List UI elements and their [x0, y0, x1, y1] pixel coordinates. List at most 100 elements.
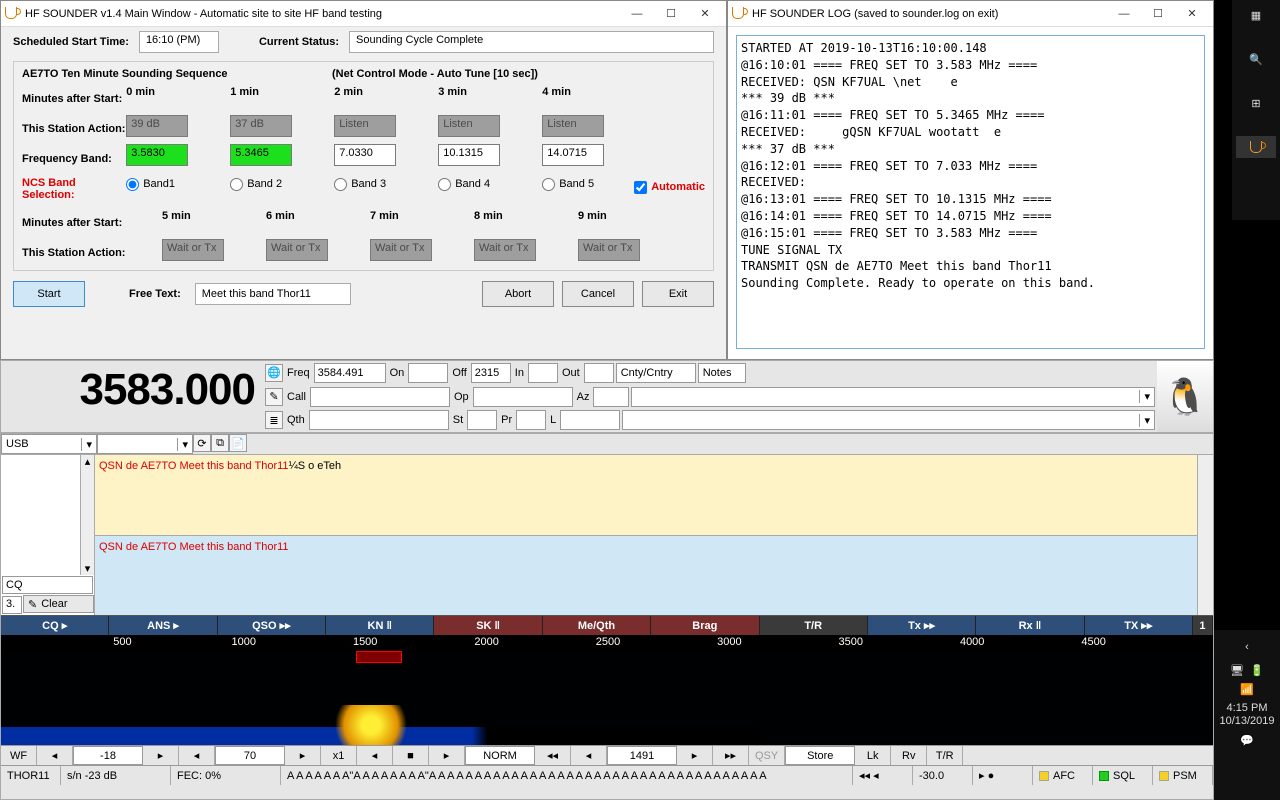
cancel-button[interactable]: Cancel — [562, 281, 634, 307]
wf-cur[interactable]: 1491 — [607, 746, 677, 765]
wf-tr[interactable]: T/R — [927, 746, 963, 765]
freq-cell[interactable]: 10.1315 — [438, 144, 500, 166]
abort-button[interactable]: Abort — [482, 281, 554, 307]
frequency-display[interactable]: 3583.000 — [1, 361, 263, 432]
pr-input[interactable] — [516, 410, 546, 430]
op-input[interactable] — [473, 387, 573, 407]
maximize-button[interactable]: ☐ — [654, 3, 688, 25]
scroll-down-icon[interactable]: ▾ — [81, 562, 94, 575]
maximize-button[interactable]: ☐ — [1141, 3, 1175, 25]
l-input[interactable] — [560, 410, 620, 430]
macro-t/r[interactable]: T/R — [760, 616, 868, 635]
exit-button[interactable]: Exit — [642, 281, 714, 307]
wf-v1[interactable]: -18 — [73, 746, 143, 765]
start-button[interactable]: Start — [13, 281, 85, 307]
status-play-icon[interactable]: ◂◂ ◂ — [853, 766, 913, 785]
minimize-button[interactable]: — — [620, 3, 654, 25]
st-input[interactable] — [467, 410, 497, 430]
minimize-button[interactable]: — — [1107, 3, 1141, 25]
task-view-icon[interactable]: ⊞ — [1236, 92, 1276, 114]
wf-r2[interactable]: ▸ — [285, 746, 321, 765]
band-radio[interactable]: Band 5 — [542, 173, 622, 195]
wf-lock[interactable]: Lk — [855, 746, 891, 765]
scroll-up-icon[interactable]: ▴ — [81, 455, 94, 468]
mode-select[interactable]: USB▾ — [1, 434, 97, 454]
cq-input[interactable] — [2, 576, 93, 594]
wifi-icon[interactable]: 📶 — [1240, 683, 1254, 696]
wf-r1[interactable]: ▸ — [143, 746, 179, 765]
freetext-input[interactable] — [195, 283, 351, 305]
macro-rx[interactable]: Rx ‖ — [976, 616, 1084, 635]
brush-icon[interactable]: ✎ — [265, 388, 283, 406]
log-textarea[interactable]: STARTED AT 2019-10-13T16:10:00.148 @16:1… — [736, 35, 1205, 349]
refresh-icon[interactable]: ⟳ — [193, 434, 211, 452]
status-next-icon[interactable]: ▸ ● — [973, 766, 1033, 785]
clear-button[interactable]: ✎Clear — [23, 595, 94, 613]
macro-sk[interactable]: SK ‖ — [434, 616, 542, 635]
wf-ff[interactable]: ▸▸ — [713, 746, 749, 765]
freq-cell[interactable]: 5.3465 — [230, 144, 292, 166]
waterfall-cursor[interactable] — [356, 651, 402, 663]
transmit-pane[interactable]: QSN de AE7TO Meet this band Thor11 — [95, 536, 1197, 616]
doc-icon[interactable]: 📄 — [229, 434, 247, 452]
list-icon[interactable]: ≣ — [265, 411, 283, 429]
monitor-icon[interactable]: 🖥 — [1230, 664, 1244, 677]
call-input[interactable] — [310, 387, 450, 407]
wf-rk[interactable]: ▸ — [677, 746, 713, 765]
qth-input[interactable] — [309, 410, 449, 430]
automatic-checkbox[interactable]: Automatic — [628, 176, 705, 198]
band-radio[interactable]: Band1 — [126, 173, 206, 195]
wf-st[interactable]: ■ — [393, 746, 429, 765]
wf-store[interactable]: Store — [785, 746, 855, 765]
wf-l1[interactable]: ◂ — [37, 746, 73, 765]
chevron-left-icon[interactable]: ‹ — [1227, 636, 1267, 658]
wf-norm[interactable]: NORM — [465, 746, 535, 765]
status-psm[interactable]: PSM — [1153, 766, 1213, 785]
wf-l2[interactable]: ◂ — [179, 746, 215, 765]
receive-pane[interactable]: QSN de AE7TO Meet this band Thor11¼S o e… — [95, 455, 1197, 536]
close-button[interactable]: ✕ — [688, 3, 722, 25]
window-switcher-icon[interactable]: ▦ — [1236, 4, 1276, 26]
scrollbar[interactable]: ▴ ▾ — [80, 455, 94, 575]
mode-select-2[interactable]: ▾ — [97, 434, 193, 454]
macro-kn[interactable]: KN ‖ — [326, 616, 434, 635]
freq-cell[interactable]: 7.0330 — [334, 144, 396, 166]
scrollbar[interactable] — [1197, 455, 1213, 615]
search-icon[interactable]: 🔍 — [1236, 48, 1276, 70]
wf-rw[interactable]: ◂◂ — [535, 746, 571, 765]
log-titlebar[interactable]: HF SOUNDER LOG (saved to sounder.log on … — [728, 1, 1213, 27]
notes-button[interactable]: Notes — [698, 363, 746, 383]
macro-tx[interactable]: TX ▸▸ — [1085, 616, 1193, 635]
band-radio[interactable]: Band 2 — [230, 173, 310, 195]
wf-pr[interactable]: ▸ — [429, 746, 465, 765]
in-input[interactable] — [528, 363, 558, 383]
wf-pl[interactable]: ◂ — [357, 746, 393, 765]
waterfall[interactable] — [1, 651, 1213, 745]
close-button[interactable]: ✕ — [1175, 3, 1209, 25]
az-input[interactable] — [593, 387, 629, 407]
status-mode[interactable]: THOR11 — [1, 766, 61, 785]
band-radio[interactable]: Band 4 — [438, 173, 518, 195]
macro-qso[interactable]: QSO ▸▸ — [218, 616, 326, 635]
wf-x[interactable]: x1 — [321, 746, 357, 765]
out-input[interactable] — [584, 363, 614, 383]
status-sql[interactable]: SQL — [1093, 766, 1153, 785]
combo-2[interactable]: ▾ — [622, 410, 1155, 430]
off-input[interactable] — [471, 363, 511, 383]
freq-cell[interactable]: 3.5830 — [126, 144, 188, 166]
on-input[interactable] — [408, 363, 448, 383]
battery-icon[interactable]: 🔋 — [1250, 664, 1264, 677]
wf-v2[interactable]: 70 — [215, 746, 285, 765]
band-radio[interactable]: Band 3 — [334, 173, 414, 195]
globe-icon[interactable]: 🌐 — [265, 364, 283, 382]
macro-page[interactable]: 1 — [1193, 616, 1213, 635]
wf-wf[interactable]: WF — [1, 746, 37, 765]
notifications-icon[interactable]: 💬 — [1240, 734, 1254, 747]
cnty-button[interactable]: Cnty/Cntry — [616, 363, 696, 383]
freq-input[interactable] — [314, 363, 386, 383]
freq-cell[interactable]: 14.0715 — [542, 144, 604, 166]
titlebar[interactable]: HF SOUNDER v1.4 Main Window - Automatic … — [1, 1, 726, 27]
wf-rv[interactable]: Rv — [891, 746, 927, 765]
copy-icon[interactable]: ⧉ — [211, 434, 229, 452]
macro-cq[interactable]: CQ ▸ — [1, 616, 109, 635]
